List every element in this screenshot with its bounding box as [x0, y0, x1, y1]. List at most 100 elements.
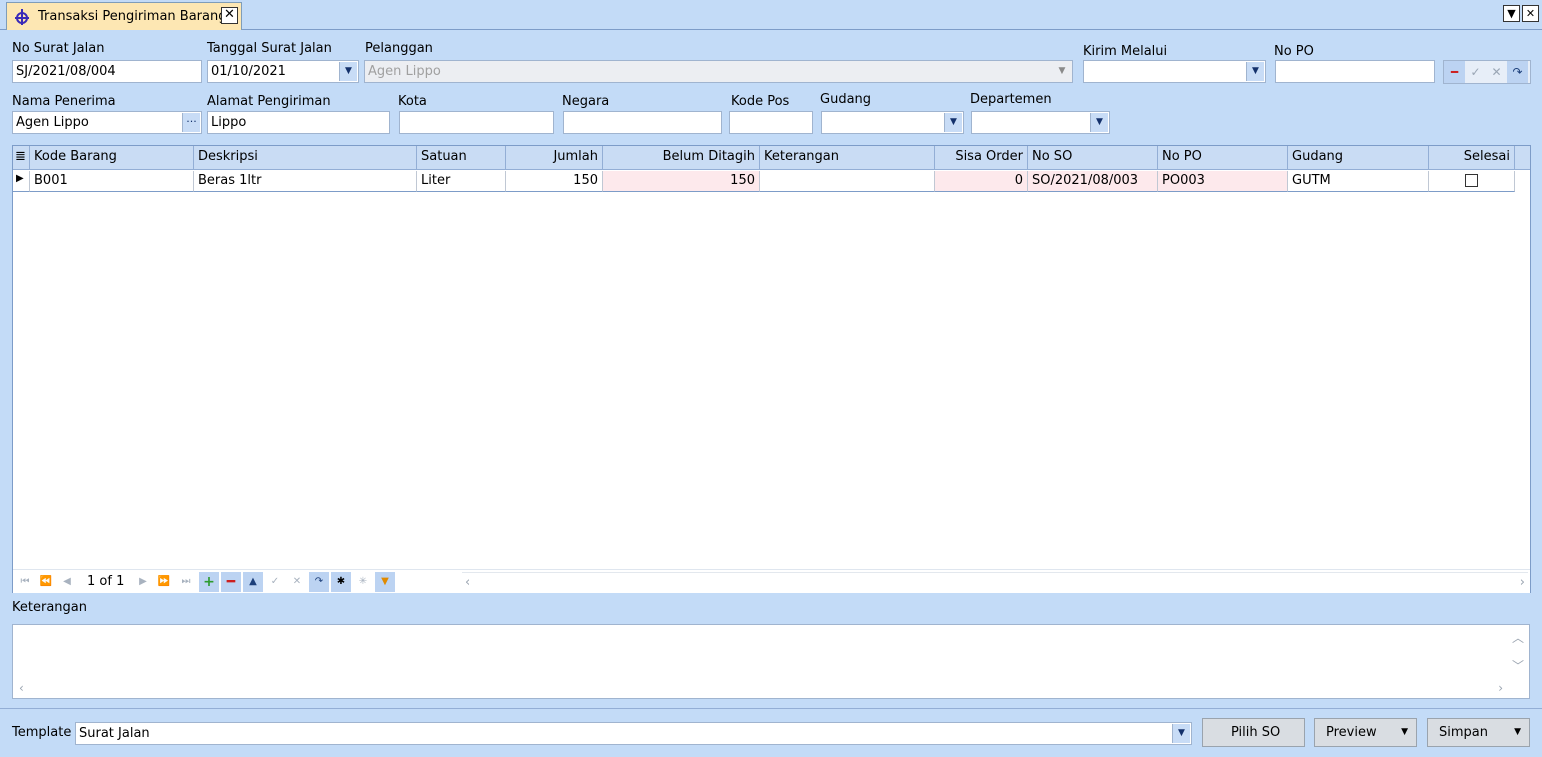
nama-penerima-label: Nama Penerima	[12, 94, 116, 109]
cell-deskripsi[interactable]: Beras 1ltr	[194, 171, 417, 192]
keterangan-textarea[interactable]: ︿ ﹀ ‹ ›	[12, 624, 1530, 699]
column-header[interactable]: Deskripsi	[194, 146, 417, 170]
template-select[interactable]: Surat Jalan ▼	[75, 722, 1192, 745]
scroll-down-icon[interactable]: ﹀	[1512, 657, 1524, 674]
chevron-down-icon[interactable]: ▼	[1172, 724, 1190, 743]
kode-pos-input[interactable]	[729, 111, 813, 134]
pilih-so-label: Pilih SO	[1231, 725, 1281, 740]
alamat-pengiriman-input[interactable]: Lippo	[207, 111, 390, 134]
column-chooser-icon[interactable]: ≣	[13, 146, 30, 170]
cell-gudang[interactable]: GUTM	[1288, 171, 1429, 192]
departemen-label: Departemen	[970, 92, 1052, 107]
gudang-label: Gudang	[820, 92, 872, 107]
next-record-icon[interactable]: ▶	[133, 572, 153, 592]
preview-button[interactable]: Preview ▼	[1314, 718, 1417, 747]
column-header[interactable]: Keterangan	[760, 146, 935, 170]
cell-keterangan[interactable]	[760, 171, 935, 192]
kota-input[interactable]	[399, 111, 554, 134]
scroll-right-icon[interactable]: ›	[1498, 681, 1503, 695]
chevron-down-icon: ▼	[1058, 66, 1066, 76]
tab-close-icon[interactable]: ✕	[221, 7, 238, 24]
cell-kode-barang[interactable]: B001	[30, 171, 194, 192]
cell-sisa-order: 0	[935, 171, 1028, 192]
pelanggan-value: Agen Lippo	[368, 64, 441, 79]
scroll-up-icon[interactable]: ︿	[1512, 629, 1524, 646]
no-po-input[interactable]	[1275, 60, 1435, 83]
selesai-checkbox[interactable]	[1465, 174, 1478, 187]
chevron-down-icon[interactable]: ▼	[944, 113, 962, 132]
keterangan-label: Keterangan	[12, 600, 87, 615]
column-header[interactable]: Kode Barang	[30, 146, 194, 170]
column-header[interactable]: No SO	[1028, 146, 1158, 170]
gudang-select[interactable]: ▼	[821, 111, 964, 134]
cancel-icon[interactable]: ✕	[1486, 61, 1507, 83]
chevron-down-icon[interactable]: ▼	[1401, 719, 1408, 746]
last-record-icon[interactable]: ⏭	[176, 572, 196, 592]
nama-penerima-input[interactable]: Agen Lippo ···	[12, 111, 202, 134]
negara-label: Negara	[562, 94, 610, 109]
no-surat-jalan-input[interactable]: SJ/2021/08/004	[12, 60, 202, 83]
column-header[interactable]: Belum Ditagih	[603, 146, 760, 170]
delete-icon[interactable]: ━	[221, 572, 241, 592]
chevron-down-icon[interactable]: ▼	[1090, 113, 1108, 132]
scroll-left-icon[interactable]: ‹	[19, 681, 24, 695]
template-value: Surat Jalan	[79, 726, 150, 741]
departemen-select[interactable]: ▼	[971, 111, 1110, 134]
grid-horizontal-scrollbar[interactable]: ‹ ›	[462, 572, 1528, 592]
window-close-icon[interactable]: ✕	[1522, 5, 1539, 22]
scroll-right-icon[interactable]: ›	[1520, 575, 1525, 590]
window-menu-icon[interactable]: ▼	[1503, 5, 1520, 22]
tanggal-surat-jalan-value: 01/10/2021	[211, 64, 286, 79]
add-icon[interactable]: +	[199, 572, 219, 592]
tanggal-surat-jalan-label: Tanggal Surat Jalan	[207, 41, 332, 56]
chevron-down-icon[interactable]: ▼	[1514, 719, 1521, 746]
post-check-icon[interactable]: ✓	[265, 572, 285, 592]
refresh-icon[interactable]: ↷	[1507, 61, 1528, 83]
row-indicator-icon: ▶	[13, 171, 30, 192]
scroll-left-icon[interactable]: ‹	[465, 575, 470, 590]
table-row[interactable]: ▶ B001 Beras 1ltr Liter 150 150 0 SO/202…	[13, 171, 1530, 192]
cell-satuan[interactable]: Liter	[417, 171, 506, 192]
minus-icon[interactable]: ━	[1444, 61, 1465, 83]
goto-bookmark-icon[interactable]: ✳	[353, 572, 373, 592]
cell-no-so: SO/2021/08/003	[1028, 171, 1158, 192]
cell-no-po: PO003	[1158, 171, 1288, 192]
grid-navigator: ⏮ ⏪ ◀ 1 of 1 ▶ ⏩ ⏭ + ━ ▲ ✓ ✕ ↷ ✱ ✳ ▼ ‹ ›	[13, 569, 1530, 593]
first-record-icon[interactable]: ⏮	[15, 572, 35, 592]
kode-pos-label: Kode Pos	[731, 94, 790, 109]
chevron-down-icon[interactable]: ▼	[339, 62, 357, 81]
bookmark-icon[interactable]: ✱	[331, 572, 351, 592]
grid-header: ≣ Kode Barang Deskripsi Satuan Jumlah Be…	[13, 146, 1530, 170]
tanggal-surat-jalan-input[interactable]: 01/10/2021 ▼	[207, 60, 359, 83]
ellipsis-icon[interactable]: ···	[182, 113, 200, 132]
cell-jumlah[interactable]: 150	[506, 171, 603, 192]
cancel-icon[interactable]: ✕	[287, 572, 307, 592]
prev-record-icon[interactable]: ◀	[57, 572, 77, 592]
kota-label: Kota	[398, 94, 427, 109]
column-header[interactable]: No PO	[1158, 146, 1288, 170]
column-header[interactable]: Selesai	[1429, 146, 1515, 170]
tab-transaksi-pengiriman[interactable]: Transaksi Pengiriman Barang ✕	[6, 2, 242, 30]
chevron-down-icon[interactable]: ▼	[1246, 62, 1264, 81]
pager-text: 1 of 1	[87, 574, 125, 589]
filter-icon[interactable]: ▼	[375, 572, 395, 592]
column-header[interactable]: Satuan	[417, 146, 506, 170]
simpan-button[interactable]: Simpan ▼	[1427, 718, 1530, 747]
column-header[interactable]: Sisa Order	[935, 146, 1028, 170]
column-header[interactable]: Gudang	[1288, 146, 1429, 170]
negara-input[interactable]	[563, 111, 722, 134]
refresh-icon[interactable]: ↷	[309, 572, 329, 592]
pilih-so-button[interactable]: Pilih SO	[1202, 718, 1305, 747]
kirim-melalui-select[interactable]: ▼	[1083, 60, 1266, 83]
cell-belum-ditagih: 150	[603, 171, 760, 192]
app-icon	[15, 8, 29, 25]
prev-page-icon[interactable]: ⏪	[36, 572, 56, 592]
simpan-label: Simpan	[1439, 725, 1488, 740]
next-page-icon[interactable]: ⏩	[154, 572, 174, 592]
column-header[interactable]: Jumlah	[506, 146, 603, 170]
pelanggan-label: Pelanggan	[365, 41, 433, 56]
edit-up-icon[interactable]: ▲	[243, 572, 263, 592]
tab-title: Transaksi Pengiriman Barang	[38, 9, 227, 24]
footer-separator	[0, 708, 1542, 709]
check-icon[interactable]: ✓	[1465, 61, 1486, 83]
